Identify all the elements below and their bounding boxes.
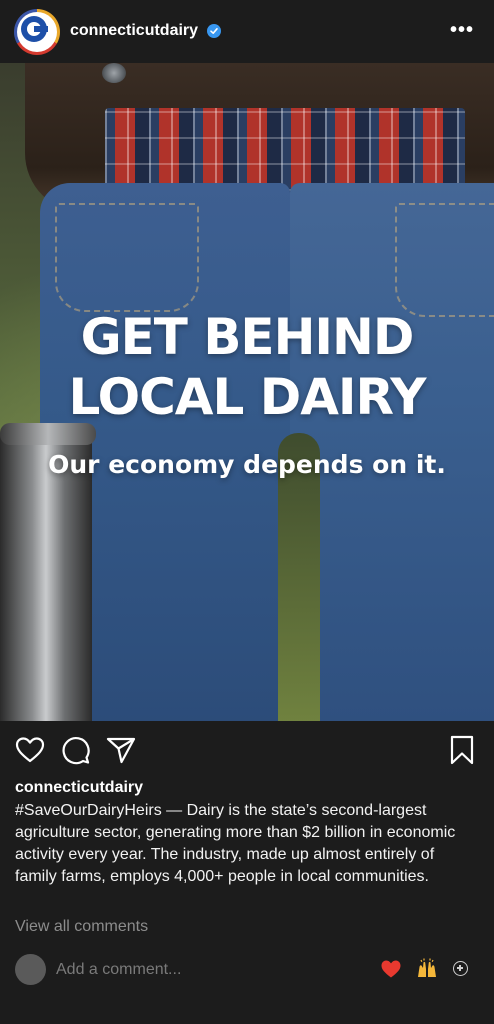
more-options-icon[interactable]: ••• bbox=[450, 20, 474, 40]
add-reaction-plus-icon[interactable] bbox=[453, 961, 468, 976]
jacket-button bbox=[102, 63, 126, 83]
jeans-pocket-right bbox=[395, 203, 494, 317]
jeans-pocket-left bbox=[55, 203, 199, 312]
caption-username[interactable]: connecticutdairy bbox=[15, 779, 143, 797]
post-username[interactable]: connecticutdairy bbox=[70, 22, 198, 40]
brand-logo-icon bbox=[21, 16, 48, 42]
current-user-avatar bbox=[15, 954, 46, 985]
paper-plane-icon[interactable] bbox=[105, 734, 137, 766]
comment-bubble-icon[interactable] bbox=[59, 734, 91, 766]
view-all-comments-link[interactable]: View all comments bbox=[15, 918, 148, 936]
bookmark-outline-icon[interactable] bbox=[446, 734, 478, 766]
headline-line-1: GET BEHIND bbox=[80, 308, 415, 366]
image-subhead: Our economy depends on it. bbox=[48, 450, 446, 479]
quick-reaction-raised-hands-icon[interactable] bbox=[415, 956, 439, 980]
post-header: connecticutdairy ••• bbox=[0, 0, 494, 63]
post-actions-bar bbox=[0, 722, 494, 778]
heart-outline-icon[interactable] bbox=[14, 734, 46, 766]
verified-badge-icon bbox=[207, 24, 221, 38]
profile-avatar[interactable] bbox=[14, 9, 60, 55]
quick-reaction-heart-icon[interactable] bbox=[380, 958, 402, 980]
image-headline: GET BEHIND LOCAL DAIRY bbox=[0, 307, 494, 427]
comment-input[interactable]: Add a comment... bbox=[56, 961, 181, 979]
post-image[interactable]: GET BEHIND LOCAL DAIRY Our economy depen… bbox=[0, 63, 494, 721]
caption-text: #SaveOurDairyHeirs — Dairy is the state’… bbox=[15, 802, 456, 885]
headline-line-2: LOCAL DAIRY bbox=[68, 368, 426, 426]
add-comment-row: Add a comment... bbox=[0, 950, 494, 990]
